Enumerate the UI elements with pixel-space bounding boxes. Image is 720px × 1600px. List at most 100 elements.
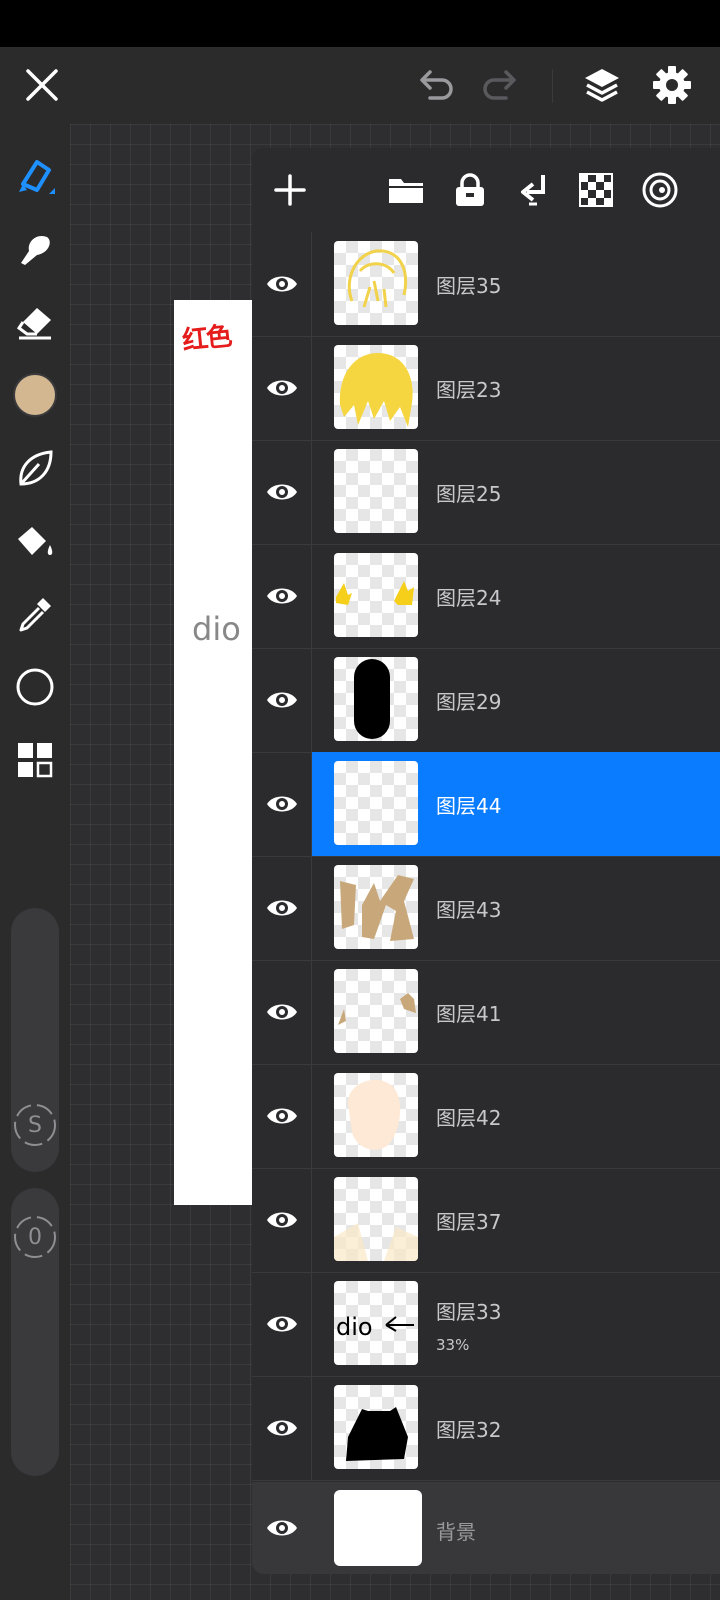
layer-row[interactable]: 图层37	[252, 1168, 720, 1273]
eye-icon	[266, 1420, 297, 1436]
visibility-toggle[interactable]	[252, 1376, 312, 1480]
visibility-toggle[interactable]	[252, 856, 312, 960]
visibility-toggle[interactable]	[252, 1064, 312, 1168]
visibility-toggle[interactable]	[252, 232, 312, 336]
layer-body[interactable]: 图层41	[312, 960, 720, 1064]
layer-body[interactable]: 图层43	[312, 856, 720, 960]
more-tools[interactable]	[11, 736, 59, 784]
eyedropper-tool[interactable]	[11, 590, 59, 638]
lock-icon	[456, 173, 484, 206]
layer-row[interactable]: dio 图层33 33%	[252, 1272, 720, 1377]
background-layer-row[interactable]: 背景	[252, 1482, 720, 1574]
layers-icon	[585, 69, 619, 102]
brush-size-slider[interactable]: S	[11, 908, 59, 1172]
layer-name: 图层44	[436, 794, 502, 818]
layer-row[interactable]: 图层42	[252, 1064, 720, 1169]
eraser-tool[interactable]	[11, 298, 59, 346]
opacity-slider[interactable]: 0	[11, 1188, 59, 1476]
layer-body[interactable]: 图层29	[312, 648, 720, 752]
smudge-icon	[21, 235, 50, 265]
add-folder-button[interactable]	[382, 166, 430, 214]
layer-body[interactable]: 图层37	[312, 1168, 720, 1272]
layer-thumbnail	[334, 865, 418, 949]
eye-icon	[266, 276, 297, 292]
layer-body[interactable]: dio 图层33 33%	[312, 1272, 720, 1376]
brush-tool[interactable]	[11, 152, 59, 200]
layer-list[interactable]: 图层35 图层23 图层25 图层24 图层29 图层44 图层43 图层41 图层42 图层37…	[252, 232, 720, 1482]
opacity-slider-label: 0	[28, 1224, 42, 1250]
close-icon	[26, 69, 58, 101]
layer-thumbnail	[334, 1073, 418, 1157]
transparency-button[interactable]	[572, 166, 620, 214]
folder-icon	[389, 179, 423, 203]
gear-icon	[653, 66, 691, 104]
eye-icon	[266, 1004, 297, 1020]
layer-name: 图层33	[436, 1300, 502, 1324]
opacity-slider-knob[interactable]: 0	[11, 1213, 59, 1261]
size-slider-label: S	[28, 1112, 42, 1138]
layer-row[interactable]: 图层24	[252, 544, 720, 649]
add-layer-button[interactable]	[266, 166, 314, 214]
smudge-tool[interactable]	[11, 225, 59, 273]
circle-shape-icon	[16, 668, 54, 706]
clipping-mask-button[interactable]	[636, 166, 684, 214]
undo-button[interactable]	[414, 63, 458, 107]
layer-thumbnail	[334, 1385, 418, 1469]
layer-row[interactable]: 图层29	[252, 648, 720, 753]
visibility-toggle[interactable]	[252, 1272, 312, 1376]
layer-row[interactable]: 图层35	[252, 232, 720, 337]
eyedropper-icon	[19, 598, 51, 632]
layer-body[interactable]: 图层35	[312, 232, 720, 336]
visibility-toggle[interactable]	[252, 960, 312, 1064]
canvas-dio-text: dio	[192, 610, 241, 648]
layer-row[interactable]: 图层41	[252, 960, 720, 1065]
paint-bucket-icon	[18, 527, 53, 555]
leaf-tool[interactable]	[11, 444, 59, 492]
close-button[interactable]	[20, 63, 64, 107]
layer-name: 图层37	[436, 1210, 502, 1234]
layer-thumbnail	[334, 241, 418, 325]
layer-thumbnail	[334, 969, 418, 1053]
layer-name: 图层24	[436, 586, 502, 610]
layer-row[interactable]: 图层25	[252, 440, 720, 545]
size-slider-knob[interactable]: S	[11, 1101, 59, 1149]
add-icon	[274, 174, 306, 206]
settings-button[interactable]	[650, 63, 694, 107]
visibility-toggle[interactable]	[252, 648, 312, 752]
visibility-toggle[interactable]	[252, 1168, 312, 1272]
layer-thumbnail	[334, 1177, 418, 1261]
visibility-toggle[interactable]	[252, 336, 312, 440]
layer-opacity: 33%	[436, 1336, 470, 1354]
shape-tool[interactable]	[11, 663, 59, 711]
undo-icon	[420, 70, 453, 100]
layers-button[interactable]	[580, 63, 624, 107]
layer-body[interactable]: 图层24	[312, 544, 720, 648]
layer-body[interactable]: 图层23	[312, 336, 720, 440]
artwork-canvas[interactable]: 红色 dio	[174, 300, 254, 1205]
background-layer-name: 背景	[436, 1520, 476, 1544]
lock-layer-button[interactable]	[446, 166, 494, 214]
layer-body[interactable]: 图层44	[312, 752, 720, 856]
svg-text:dio: dio	[336, 1313, 373, 1341]
color-picker-swatch[interactable]	[11, 371, 59, 419]
tool-bar: S 0	[0, 124, 70, 1600]
visibility-toggle[interactable]	[252, 1482, 312, 1574]
layer-body[interactable]: 图层25	[312, 440, 720, 544]
merge-down-button[interactable]	[510, 166, 558, 214]
eye-icon	[266, 588, 297, 604]
visibility-toggle[interactable]	[252, 752, 312, 856]
layer-body[interactable]: 图层42	[312, 1064, 720, 1168]
layer-row[interactable]: 图层32	[252, 1376, 720, 1481]
layer-row[interactable]: 图层23	[252, 336, 720, 441]
visibility-toggle[interactable]	[252, 544, 312, 648]
layers-panel-header	[252, 148, 720, 232]
eraser-icon	[16, 308, 51, 340]
visibility-toggle[interactable]	[252, 440, 312, 544]
layer-row[interactable]: 图层44	[252, 752, 720, 857]
layer-body[interactable]: 图层32	[312, 1376, 720, 1480]
background-thumbnail	[334, 1490, 422, 1566]
layer-row[interactable]: 图层43	[252, 856, 720, 961]
redo-button[interactable]	[478, 63, 522, 107]
layer-name: 图层32	[436, 1418, 502, 1442]
fill-tool[interactable]	[11, 517, 59, 565]
